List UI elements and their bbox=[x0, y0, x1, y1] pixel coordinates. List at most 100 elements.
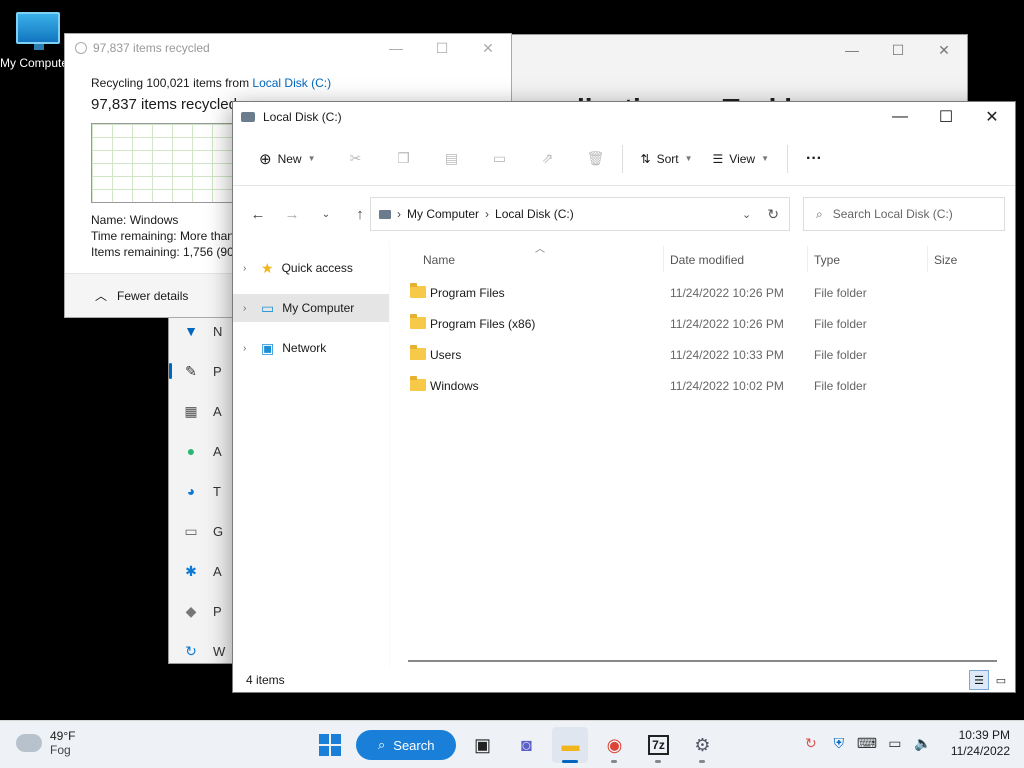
settings-nav-label: P bbox=[213, 363, 222, 379]
recycle-source-link[interactable]: Local Disk (C:) bbox=[252, 76, 331, 90]
address-bar[interactable]: › My Computer › Local Disk (C:) ⌄ ↻ bbox=[370, 197, 790, 231]
settings-taskbar-button[interactable]: ⚙ bbox=[684, 727, 720, 763]
more-options-button[interactable]: ··· bbox=[796, 143, 832, 175]
chat-button[interactable]: ◙ bbox=[508, 727, 544, 763]
clock-date: 11/24/2022 bbox=[950, 744, 1010, 758]
accessibility-icon: ✱ bbox=[185, 562, 197, 579]
chevron-up-icon: ︿ bbox=[95, 289, 108, 303]
gaming-icon: ▭ bbox=[184, 522, 198, 539]
forward-button[interactable]: → bbox=[275, 199, 309, 229]
file-type: File folder bbox=[814, 379, 867, 393]
items-value: 1,756 (90 bbox=[183, 245, 234, 259]
search-box[interactable]: ⌕ Search Local Disk (C:) bbox=[803, 197, 1005, 231]
copy-icon[interactable]: ❐ bbox=[386, 143, 422, 175]
file-row[interactable]: Program Files (x86) 11/24/2022 10:26 PM Fi… bbox=[390, 309, 1015, 340]
chevron-right-icon: › bbox=[397, 207, 401, 221]
maximize-button[interactable]: ☐ bbox=[875, 35, 921, 65]
minimize-button[interactable]: — bbox=[373, 34, 419, 62]
start-button[interactable] bbox=[312, 727, 348, 763]
nav-item-label: My Computer bbox=[282, 301, 355, 315]
file-row[interactable]: Users 11/24/2022 10:33 PM File folder bbox=[390, 340, 1015, 371]
volume-icon[interactable]: 🔈 bbox=[913, 735, 933, 752]
security-shield-icon[interactable]: ⛨ bbox=[829, 735, 849, 752]
settings-nav-label: A bbox=[213, 563, 222, 579]
refresh-icon[interactable]: ↻ bbox=[767, 206, 789, 223]
items-label: Items remaining: bbox=[91, 245, 180, 259]
column-header-name[interactable]: Name bbox=[423, 253, 455, 267]
gear-icon: ⚙ bbox=[694, 734, 711, 755]
running-indicator bbox=[655, 760, 662, 763]
computer-icon bbox=[16, 12, 60, 50]
nav-item-quick-access[interactable]: › ★ Quick access bbox=[233, 254, 389, 282]
window-title: Local Disk (C:) bbox=[263, 110, 342, 124]
chevron-right-icon[interactable]: › bbox=[243, 303, 253, 314]
file-explorer-window: Local Disk (C:) — ☐ ✕ ⊕ New ▼ ✂ ❐ ▤ ▭ ⇗ … bbox=[232, 101, 1016, 693]
clock[interactable]: 10:39 PM 11/24/2022 bbox=[951, 727, 1010, 759]
minimize-button[interactable]: — bbox=[829, 35, 875, 65]
file-explorer-taskbar-button[interactable]: ▬ bbox=[552, 727, 589, 763]
minimize-button[interactable]: — bbox=[877, 102, 923, 132]
accounts-icon: ● bbox=[186, 443, 196, 459]
details-view-icon[interactable]: ☰ bbox=[969, 670, 989, 690]
column-header-date[interactable]: Date modified bbox=[670, 253, 744, 267]
back-button[interactable]: ← bbox=[241, 199, 275, 229]
close-button[interactable]: ✕ bbox=[969, 102, 1015, 132]
column-header-type[interactable]: Type bbox=[814, 253, 840, 267]
command-bar: ⊕ New ▼ ✂ ❐ ▤ ▭ ⇗ 🗑 ⇅ Sort ▼ ☰ View ▼ ··… bbox=[233, 132, 1015, 186]
file-row[interactable]: Windows 11/24/2022 10:02 PM File folder bbox=[390, 371, 1015, 402]
view-button[interactable]: ☰ View ▼ bbox=[703, 143, 779, 175]
sort-button[interactable]: ⇅ Sort ▼ bbox=[631, 143, 703, 175]
file-name: Windows bbox=[430, 379, 479, 393]
paste-icon[interactable]: ▤ bbox=[434, 143, 470, 175]
weather-widget[interactable]: 49°F Fog bbox=[16, 729, 75, 757]
chevron-right-icon[interactable]: › bbox=[243, 263, 253, 274]
taskbar-search-button[interactable]: ⌕ Search bbox=[356, 730, 457, 760]
file-date: 11/24/2022 10:26 PM bbox=[670, 317, 784, 331]
recent-locations-button[interactable]: ⌄ bbox=[309, 199, 343, 229]
privacy-shield-icon: ◆ bbox=[185, 602, 197, 619]
chevron-down-icon[interactable]: ⌄ bbox=[732, 208, 761, 221]
breadcrumb-my-computer[interactable]: My Computer bbox=[407, 207, 479, 221]
chevron-right-icon[interactable]: › bbox=[243, 343, 253, 354]
maximize-button[interactable]: ☐ bbox=[419, 34, 465, 62]
7zip-taskbar-button[interactable]: 7z bbox=[640, 727, 676, 763]
delete-icon[interactable]: 🗑 bbox=[578, 143, 614, 175]
column-divider[interactable] bbox=[807, 246, 808, 272]
rename-icon[interactable]: ▭ bbox=[482, 143, 518, 175]
time-label: Time remaining: bbox=[91, 229, 177, 243]
horizontal-scrollbar[interactable] bbox=[408, 660, 997, 662]
folder-icon bbox=[410, 345, 426, 360]
close-button[interactable]: ✕ bbox=[921, 35, 967, 65]
maximize-button[interactable]: ☐ bbox=[923, 102, 969, 132]
sort-label: Sort bbox=[656, 151, 679, 166]
desktop-icon-label: My Computer bbox=[0, 56, 66, 70]
close-button[interactable]: ✕ bbox=[465, 34, 511, 62]
chevron-down-icon: ▼ bbox=[684, 154, 693, 163]
system-tray: ↻ ⛨ ⌨ ▭ 🔈 10:39 PM 11/24/2022 bbox=[801, 727, 1010, 759]
cut-icon[interactable]: ✂ bbox=[338, 143, 374, 175]
column-header-size[interactable]: Size bbox=[934, 253, 957, 267]
recycle-progress-text: 97,837 items recycled bbox=[91, 96, 237, 113]
share-icon[interactable]: ⇗ bbox=[530, 143, 566, 175]
sync-icon[interactable]: ↻ bbox=[801, 735, 821, 752]
weather-desc: Fog bbox=[50, 743, 71, 757]
task-view-button[interactable]: ▣ bbox=[464, 727, 500, 763]
tiles-view-icon[interactable]: ▭ bbox=[991, 670, 1011, 690]
file-row[interactable]: Program Files 11/24/2022 10:26 PM File fol… bbox=[390, 278, 1015, 309]
search-placeholder: Search Local Disk (C:) bbox=[832, 207, 953, 221]
running-indicator bbox=[611, 760, 618, 763]
nav-item-network[interactable]: › ▣ Network bbox=[233, 334, 389, 362]
network-icon[interactable]: ▭ bbox=[885, 735, 905, 752]
status-bar: 4 items ☰ ▭ bbox=[233, 668, 1015, 692]
nav-item-label: Network bbox=[282, 341, 327, 355]
keyboard-icon[interactable]: ⌨ bbox=[857, 735, 877, 752]
navigation-pane: › ★ Quick access › ▭ My Computer › ▣ Network bbox=[233, 242, 389, 668]
column-divider[interactable] bbox=[663, 246, 664, 272]
recycle-source-prefix: Recycling 100,021 items from bbox=[91, 76, 253, 90]
column-divider[interactable] bbox=[927, 246, 928, 272]
time-language-icon: ◕ bbox=[186, 483, 196, 499]
chrome-taskbar-button[interactable]: ◉ bbox=[596, 727, 632, 763]
new-button[interactable]: ⊕ New ▼ bbox=[249, 143, 326, 175]
breadcrumb-local-disk[interactable]: Local Disk (C:) bbox=[495, 207, 574, 221]
nav-item-my-computer[interactable]: › ▭ My Computer bbox=[233, 294, 389, 322]
